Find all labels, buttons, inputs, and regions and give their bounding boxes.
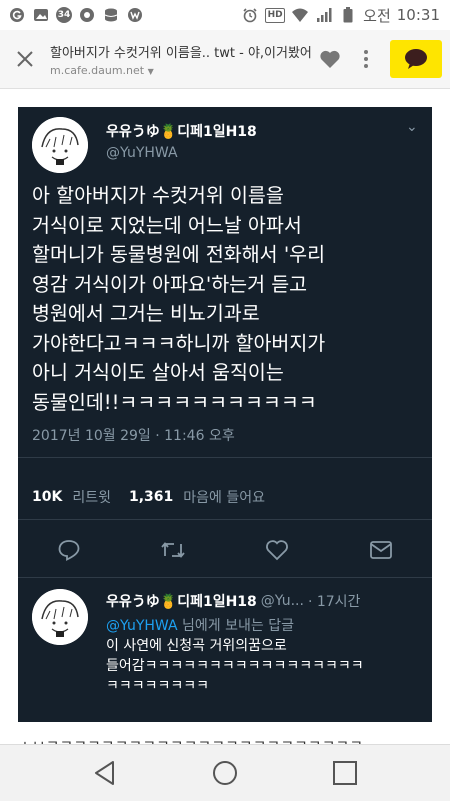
- host-text: m.cafe.daum.net: [50, 63, 145, 77]
- status-right-icons: HD 오전 10:31: [241, 5, 440, 26]
- tweet-text-line: 영감 거식이가 아파요'하는거 듣고: [32, 272, 308, 296]
- avatar: [32, 589, 88, 645]
- tweet-actions: [18, 527, 432, 577]
- tweet-author-name-row: 우유うゆ🍍디페1일H18: [106, 121, 257, 141]
- like-count[interactable]: 1,361: [129, 489, 173, 505]
- status-ampm: 오전: [363, 6, 391, 25]
- more-vertical-icon: [364, 50, 368, 68]
- reply-text-line: 이 사연에 신청곡 거위의꿈으로: [106, 638, 287, 654]
- home-icon: [213, 761, 237, 785]
- url-block[interactable]: 할아버지가 수컷거위 이름을.. twt - 야,이거봤어?... m.cafe…: [50, 42, 312, 77]
- close-button[interactable]: [0, 30, 50, 88]
- browser-toolbar: 할아버지가 수컷거위 이름을.. twt - 야,이거봤어?... m.cafe…: [0, 30, 450, 89]
- retweet-count[interactable]: 10K: [32, 489, 62, 505]
- heart-icon: [320, 50, 340, 68]
- back-button[interactable]: [85, 757, 125, 789]
- home-button[interactable]: [205, 757, 245, 789]
- tweet-author-handle-row: @YuYHWA: [106, 145, 178, 161]
- database-icon: [102, 6, 120, 24]
- replying-label: 님에게 보내는 답글: [182, 618, 294, 634]
- navigation-bar: [0, 744, 450, 801]
- tweet-text-line: 아니 거식이도 살아서 움직이는: [32, 361, 284, 384]
- retweet-button[interactable]: [160, 537, 186, 563]
- page-title: 할아버지가 수컷거위 이름을.. twt - 야,이거봤어?...: [50, 45, 312, 61]
- replying-to-line: @YuYHWA 님에게 보내는 답글: [106, 616, 426, 636]
- share-dm-button[interactable]: [368, 537, 394, 563]
- like-button[interactable]: [264, 537, 290, 563]
- reply-mention[interactable]: @YuYHWA: [106, 618, 178, 634]
- reply-text-line: 들어감ㅋㅋㅋㅋㅋㅋㅋㅋㅋㅋㅋㅋㅋㅋㅋㅋㅋ: [106, 658, 364, 674]
- tweet-timestamp[interactable]: 2017년 10월 29일 · 11:46 오후: [32, 425, 235, 445]
- close-icon: [17, 51, 33, 67]
- tweet-stats: 10K 리트윗 1,361 마음에 들어요: [32, 487, 283, 507]
- recents-icon: [333, 761, 357, 785]
- article-text-line: ㅅㅂㅋㅋㅋㅋㅋㅋㅋㅋㅋㅋㅋㅋㅋㅋㅋㅋㅋㅋㅋㅋㅋㅋㅋ: [18, 732, 438, 744]
- speech-bubble-icon: [405, 49, 427, 69]
- tweet-author-name[interactable]: 우유うゆ🍍디페1일H18: [106, 121, 257, 141]
- reply-author-handle[interactable]: @Yu...: [261, 593, 304, 609]
- reply-icon: [58, 540, 80, 561]
- retweet-icon: [161, 542, 185, 558]
- divider: [18, 457, 432, 458]
- like-page-button[interactable]: [312, 30, 348, 88]
- chevron-down-icon: ▼: [147, 66, 154, 76]
- g-circle-icon: [8, 6, 26, 24]
- divider: [18, 577, 432, 578]
- notification-badge-icon: 34: [56, 7, 72, 23]
- envelope-icon: [370, 541, 392, 559]
- reply-author-row: 우유うゆ🍍디페1일H18 @Yu... · 17시간: [106, 591, 360, 611]
- alarm-icon: [241, 6, 259, 24]
- tweet-text-line: 할머니가 동물병원에 전화해서 '우리: [32, 243, 326, 266]
- wifi-icon: [291, 6, 309, 24]
- back-icon: [95, 761, 114, 785]
- tweet-text-line: 거식이로 지었는데 어느날 아파서: [32, 213, 302, 237]
- tweet-screenshot: 우유うゆ🍍디페1일H18 @YuYHWA ⌄ 아 할아버지가 수컷거위 이름을 …: [18, 107, 432, 722]
- page-host: m.cafe.daum.net ▼: [50, 64, 312, 77]
- status-bar: 34 HD 오전 10:31: [0, 0, 450, 30]
- tweet-text-line: 가야한다고ㅋㅋㅋ하니까 할아버지가: [32, 331, 326, 355]
- tweet-text-line: 병원에서 그거는 비뇨기과로: [32, 302, 260, 325]
- avatar: [32, 117, 88, 173]
- tweet-text-line: 아 할아버지가 수컷거위 이름을: [32, 184, 284, 207]
- article-content[interactable]: 우유うゆ🍍디페1일H18 @YuYHWA ⌄ 아 할아버지가 수컷거위 이름을 …: [0, 89, 450, 744]
- tweet-text: 아 할아버지가 수컷거위 이름을 거식이로 지었는데 어느날 아파서 할머니가 …: [32, 181, 427, 417]
- divider: [18, 519, 432, 520]
- w-circle-icon: [126, 6, 144, 24]
- reply-text-line: ㅋㅋㅋㅋㅋㅋㅋㅋ: [106, 678, 210, 694]
- status-left-icons: 34: [8, 6, 144, 24]
- reply-author-name[interactable]: 우유うゆ🍍디페1일H18: [106, 591, 257, 611]
- kakaotalk-share-button[interactable]: [390, 40, 442, 78]
- signal-icon: [315, 6, 333, 24]
- recents-button[interactable]: [325, 757, 365, 789]
- heart-icon: [266, 540, 288, 561]
- reply-time: · 17시간: [307, 594, 361, 610]
- reply-button[interactable]: [56, 537, 82, 563]
- battery-icon: [339, 6, 357, 24]
- hd-icon: HD: [265, 7, 286, 23]
- photo-icon: [32, 6, 50, 24]
- retweet-label: 리트윗: [72, 490, 111, 506]
- record-icon: [78, 6, 96, 24]
- tweet-author-handle[interactable]: @YuYHWA: [106, 145, 178, 161]
- tweet-text-line: 동물인데!!ㅋㅋㅋㅋㅋㅋㅋㅋㅋㅋㅋ: [32, 390, 317, 414]
- reply-text: @YuYHWA 님에게 보내는 답글 이 사연에 신청곡 거위의꿈으로 들어감ㅋ…: [106, 616, 426, 696]
- like-label: 마음에 들어요: [183, 490, 266, 506]
- status-time: 10:31: [396, 6, 440, 24]
- more-menu-button[interactable]: [348, 30, 384, 88]
- chevron-down-icon[interactable]: ⌄: [406, 119, 418, 135]
